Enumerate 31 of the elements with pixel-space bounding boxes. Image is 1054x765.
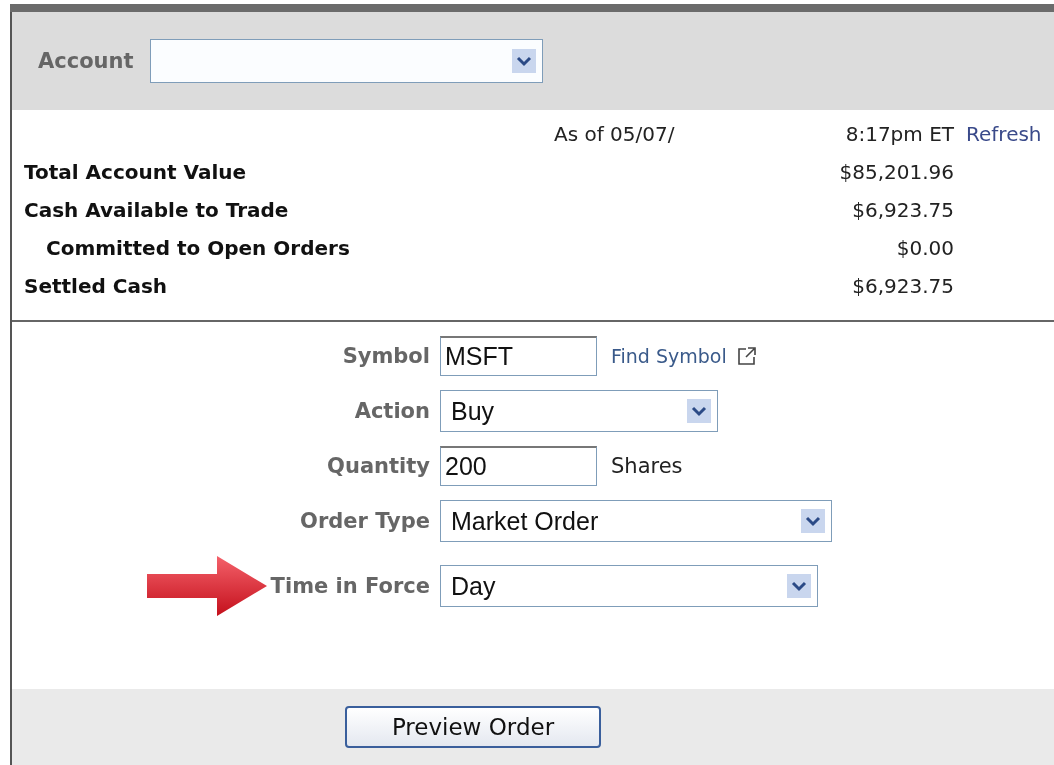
dropdown[interactable]: Market Order: [440, 500, 832, 542]
chevron-down-icon: [801, 509, 825, 533]
balance-label: Cash Available to Trade: [24, 198, 289, 222]
balance-value: $6,923.75: [852, 198, 954, 222]
text-field[interactable]: 200: [440, 446, 597, 486]
balance-label: Total Account Value: [24, 160, 247, 184]
chevron-down-icon: [687, 399, 711, 423]
as-of-date: As of 05/07/: [554, 122, 675, 146]
field-label: Action: [354, 399, 430, 423]
external-link-icon: [736, 346, 757, 366]
balance-value: $6,923.75: [852, 274, 954, 298]
account-dropdown[interactable]: [149, 39, 543, 83]
balance-value: $0.00: [896, 236, 954, 260]
find-symbol-link[interactable]: Find Symbol: [611, 345, 727, 367]
text-field[interactable]: MSFT: [440, 336, 597, 376]
field-label: Order Type: [300, 509, 430, 533]
account-label: Account: [38, 49, 134, 73]
preview-order-button[interactable]: Preview Order: [345, 706, 601, 748]
balance-label: Committed to Open Orders: [46, 236, 350, 260]
field-label: Time in Force: [270, 574, 430, 598]
refresh-link[interactable]: Refresh: [954, 122, 1054, 146]
chevron-down-icon: [787, 574, 811, 598]
balance-value: $85,201.96: [839, 160, 954, 184]
unit-label: Shares: [611, 454, 683, 478]
field-label: Symbol: [342, 344, 430, 368]
balance-label: Settled Cash: [24, 274, 168, 298]
chevron-down-icon: [511, 49, 536, 73]
dropdown[interactable]: Day: [440, 565, 818, 607]
field-label: Quantity: [327, 454, 430, 478]
as-of-time: 8:17pm ET: [845, 122, 954, 146]
dropdown[interactable]: Buy: [440, 390, 718, 432]
